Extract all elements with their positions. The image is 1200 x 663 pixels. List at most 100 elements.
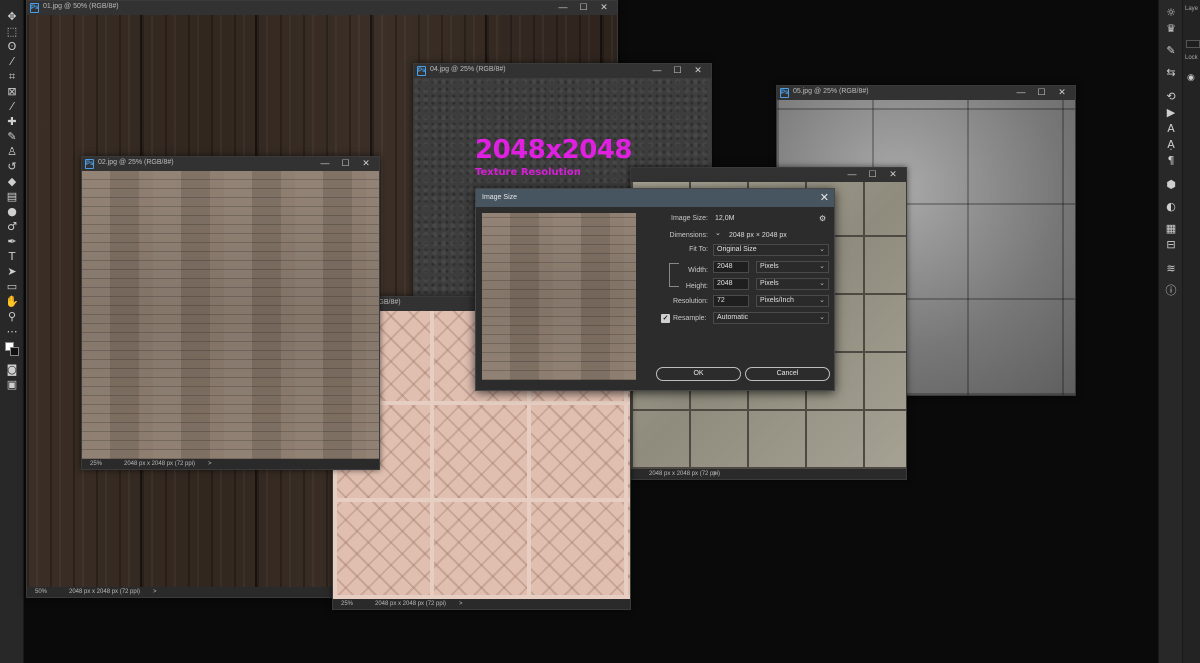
hand-tool-icon[interactable]: ✋ (4, 295, 20, 309)
image-preview[interactable] (482, 213, 636, 380)
eye-icon[interactable]: ◉ (1187, 72, 1195, 83)
swatches-icon[interactable]: ▦ (1163, 222, 1179, 236)
resolution-input[interactable]: 72 (713, 295, 749, 307)
adjustments-icon[interactable]: ⇆ (1163, 66, 1179, 80)
lasso-tool-icon[interactable]: ʘ (4, 40, 20, 54)
table-icon[interactable]: ⊟ (1163, 238, 1179, 252)
marquee-tool-icon[interactable]: ⬚ (4, 25, 20, 39)
document-canvas[interactable] (82, 171, 379, 459)
height-input[interactable]: 2048 (713, 278, 749, 290)
status-menu-arrow[interactable]: > (459, 599, 463, 609)
dimensions-value: 2048 px × 2048 px (729, 232, 787, 239)
path-selection-icon[interactable]: ➤ (4, 265, 20, 279)
brush-tool-icon[interactable]: ✎ (4, 130, 20, 144)
zoom-level[interactable]: 25% (341, 599, 353, 609)
fit-to-label: Fit To: (689, 246, 708, 253)
gradient-tool-icon[interactable]: ▤ (4, 190, 20, 204)
crop-tool-icon[interactable]: ⌗ (4, 70, 20, 84)
cancel-button[interactable]: Cancel (745, 367, 830, 381)
width-unit-value: Pixels (760, 263, 779, 270)
panel-icons-bar: ☼ ♛ ✎ ⇆ ⟲ ▶ A Ạ ¶ ⬢ ◐ ▦ ⊟ ≋ ⓘ (1158, 0, 1182, 663)
chevron-down-icon[interactable]: ⌄ (715, 229, 721, 237)
magic-wand-icon[interactable]: ⁄ (4, 55, 20, 69)
eyedropper-icon[interactable]: ⁄ (4, 100, 20, 114)
character-styles-icon[interactable]: Ạ (1163, 138, 1179, 152)
paragraph-icon[interactable]: ¶ (1163, 154, 1179, 168)
layers-tab[interactable]: Laye (1185, 6, 1198, 12)
width-input[interactable]: 2048 (713, 261, 749, 273)
quick-mask-icon[interactable]: ◙ (4, 363, 20, 377)
width-unit-select[interactable]: Pixels ⌄ (756, 261, 829, 273)
photoshop-doc-icon: Ps (417, 66, 426, 76)
document-info: 2048 px x 2048 px (72 ppi) (649, 471, 721, 477)
resample-checkbox[interactable]: ✓ (661, 314, 670, 323)
minimize-button[interactable]: — (843, 169, 861, 179)
zoom-level[interactable]: 50% (35, 587, 47, 597)
lock-label: Lock (1185, 55, 1198, 61)
status-menu-arrow[interactable]: > (153, 587, 157, 597)
rectangle-tool-icon[interactable]: ▭ (4, 280, 20, 294)
minimize-button[interactable]: — (1012, 87, 1030, 97)
maximize-button[interactable]: ☐ (668, 65, 686, 76)
document-window-02[interactable]: Ps 02.jpg @ 25% (RGB/8#) — ☐ ✕ 25% 2048 … (81, 156, 380, 470)
pen-tool-icon[interactable]: ✒ (4, 235, 20, 249)
resample-select[interactable]: Automatic ⌄ (713, 312, 829, 324)
minimize-button[interactable]: — (316, 158, 334, 168)
dodge-tool-icon[interactable]: ♂ (4, 220, 20, 234)
document-info: 2048 px x 2048 px (72 ppi) (69, 589, 141, 595)
screen-mode-icon[interactable]: ▣ (4, 378, 20, 392)
zoom-level[interactable]: 25% (90, 459, 102, 469)
play-icon[interactable]: ▶ (1163, 106, 1179, 120)
document-titlebar[interactable]: — ☐ ✕ (631, 168, 906, 182)
frame-tool-icon[interactable]: ⊠ (4, 85, 20, 99)
maximize-button[interactable]: ☐ (574, 2, 592, 13)
document-titlebar[interactable]: Ps 05.jpg @ 25% (RGB/8#) — ☐ ✕ (777, 86, 1075, 100)
libraries-icon[interactable]: ♛ (1163, 22, 1179, 36)
maximize-button[interactable]: ☐ (863, 169, 881, 180)
color-icon[interactable]: ◐ (1163, 200, 1179, 214)
healing-brush-icon[interactable]: ✚ (4, 115, 20, 129)
gear-icon[interactable]: ⚙ (819, 214, 826, 223)
layer-kind-filter[interactable] (1186, 40, 1200, 48)
properties-icon[interactable]: ☼ (1163, 6, 1179, 20)
document-title: 04.jpg @ 25% (RGB/8#) (430, 66, 506, 73)
close-button[interactable]: ✕ (595, 2, 613, 13)
resolution-unit-select[interactable]: Pixels/Inch ⌄ (756, 295, 829, 307)
close-button[interactable]: ✕ (689, 65, 707, 76)
close-button[interactable]: ✕ (1053, 87, 1071, 98)
minimize-button[interactable]: — (554, 2, 572, 12)
more-tools-icon[interactable]: ⋯ (4, 325, 20, 339)
close-icon[interactable]: ✕ (820, 191, 829, 204)
3d-icon[interactable]: ⬢ (1163, 178, 1179, 192)
move-tool-icon[interactable]: ✥ (4, 10, 20, 24)
document-titlebar[interactable]: Ps 04.jpg @ 25% (RGB/8#) — ☐ ✕ (414, 64, 711, 78)
ok-button[interactable]: OK (656, 367, 741, 381)
type-tool-icon[interactable]: T (4, 250, 20, 264)
dialog-titlebar[interactable]: Image Size ✕ (476, 189, 834, 207)
maximize-button[interactable]: ☐ (1032, 87, 1050, 98)
status-menu-arrow[interactable]: > (713, 469, 717, 479)
character-icon[interactable]: A (1163, 122, 1179, 136)
close-button[interactable]: ✕ (357, 158, 375, 169)
clone-stamp-icon[interactable]: ♙ (4, 145, 20, 159)
eraser-icon[interactable]: ◆ (4, 175, 20, 189)
close-button[interactable]: ✕ (884, 169, 902, 180)
blur-tool-icon[interactable]: ● (4, 205, 20, 219)
document-titlebar[interactable]: Ps 01.jpg @ 50% (RGB/8#) — ☐ ✕ (27, 1, 617, 15)
history-brush-icon[interactable]: ↺ (4, 160, 20, 174)
dialog-title: Image Size (482, 194, 518, 201)
history-icon[interactable]: ⟲ (1163, 90, 1179, 104)
fit-to-select[interactable]: Original Size ⌄ (713, 244, 829, 256)
layers-comp-icon[interactable]: ≋ (1163, 262, 1179, 276)
maximize-button[interactable]: ☐ (336, 158, 354, 169)
brush-settings-icon[interactable]: ✎ (1163, 44, 1179, 58)
status-menu-arrow[interactable]: > (208, 459, 212, 469)
minimize-button[interactable]: — (648, 65, 666, 75)
document-title: 02.jpg @ 25% (RGB/8#) (98, 159, 174, 166)
document-titlebar[interactable]: Ps 02.jpg @ 25% (RGB/8#) — ☐ ✕ (82, 157, 379, 171)
zoom-tool-icon[interactable]: ⚲ (4, 310, 20, 324)
color-swatches-icon[interactable] (5, 342, 19, 356)
fit-to-value: Original Size (717, 246, 757, 253)
height-unit-select[interactable]: Pixels ⌄ (756, 278, 829, 290)
info-icon[interactable]: ⓘ (1163, 284, 1179, 298)
